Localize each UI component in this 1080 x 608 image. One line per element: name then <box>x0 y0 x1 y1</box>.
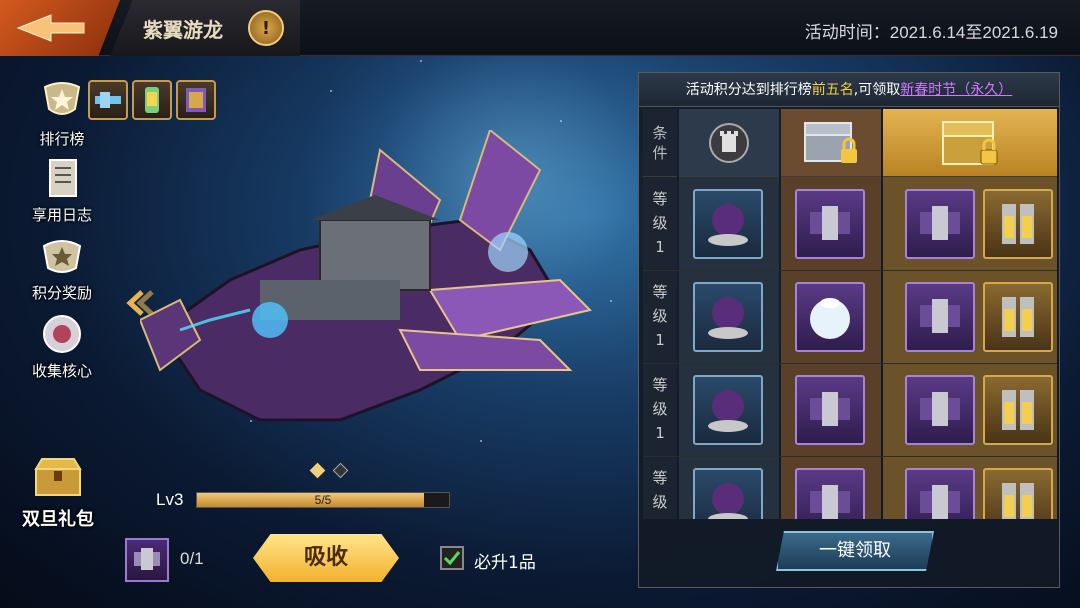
absorb-button[interactable]: 吸收 <box>253 534 399 582</box>
carousel-dot[interactable] <box>332 462 349 479</box>
tower-badge-icon <box>709 122 749 163</box>
guarantee-label: 必升1品 <box>474 553 536 573</box>
reward-preview-1[interactable] <box>88 80 128 120</box>
reward-snow-orb[interactable] <box>795 282 865 352</box>
row-condition: 等级1 <box>652 190 668 256</box>
material-count: 0/1 <box>180 549 204 568</box>
reward-mech-part[interactable] <box>905 468 975 519</box>
energy-cell-icon <box>1002 297 1034 337</box>
level-progress-text: 5/5 <box>314 493 332 507</box>
reward-table: 条 件 等 级 1 等 级 1 等 级 1 等 级 <box>643 109 1057 519</box>
top-bar: 紫翼游龙 ! 活动时间：2021.6.14至2021.6.19 <box>0 0 1080 56</box>
notice-text: ,可领取 <box>853 82 901 98</box>
purple-orb-icon <box>708 390 748 432</box>
reward-panel: 活动积分达到排行榜前五名,可领取新春时节（永久） 条 件 等 级 1 等 级 1… <box>638 72 1060 588</box>
sidebar-item-label: 享用日志 <box>31 206 92 224</box>
reward-preview-3[interactable] <box>176 80 216 120</box>
purple-orb-icon <box>708 204 748 246</box>
reward-mech-part[interactable] <box>905 189 975 259</box>
gift-chest-icon <box>34 458 82 496</box>
guarantee-checkbox[interactable] <box>440 546 464 570</box>
purple-orb-icon <box>708 297 748 339</box>
core-orb-icon <box>36 308 88 360</box>
level-label: Lv3 <box>156 490 184 509</box>
sidebar-item-log[interactable]: 享用日志 <box>18 152 106 225</box>
mech-part-icon <box>810 485 850 519</box>
mech-part-icon <box>134 548 160 570</box>
locked-gold-chest-icon <box>942 120 998 165</box>
event-time: 活动时间：2021.6.14至2021.6.19 <box>804 23 1058 42</box>
tier-header-base <box>679 109 779 177</box>
snowball-icon <box>810 298 850 339</box>
condition-header: 条 件 <box>643 109 677 177</box>
sidebar-item-label: 收集核心 <box>31 362 92 380</box>
reward-row: 等级1 <box>643 179 1057 271</box>
row-condition: 等级1 <box>652 376 668 442</box>
reward-mech-part[interactable] <box>905 282 975 352</box>
points-badge-icon <box>36 230 88 282</box>
reward-energy-cell[interactable] <box>983 468 1053 519</box>
energy-cell-icon <box>1002 204 1034 244</box>
exclamation-icon: ! <box>261 17 271 39</box>
reward-row: 等级1 <box>643 365 1057 457</box>
previous-arrow-icon[interactable] <box>124 288 154 318</box>
checkmark-icon <box>443 551 461 566</box>
supply-box-icon <box>186 88 206 112</box>
reward-core-orb[interactable] <box>693 189 763 259</box>
reward-core-orb[interactable] <box>693 468 763 519</box>
reward-preview-2[interactable] <box>132 80 172 120</box>
mech-part-icon <box>920 392 960 426</box>
level-progress-bar: 5/5 <box>196 492 450 508</box>
purple-orb-icon <box>708 483 748 519</box>
reward-mech-part[interactable] <box>795 375 865 445</box>
sidebar-item-label: 积分奖励 <box>31 284 92 302</box>
back-arrow-icon <box>16 14 85 42</box>
gift-pack-label: 双旦礼包 <box>22 509 94 530</box>
notice-rank: 前五名 <box>811 82 854 98</box>
tier-header-gold <box>883 109 1057 177</box>
reward-core-orb[interactable] <box>693 375 763 445</box>
sidebar-item-label: 排行榜 <box>39 130 85 148</box>
row-condition: 等级1 <box>652 283 668 349</box>
claim-all-button[interactable]: 一键领取 <box>776 531 934 571</box>
energy-cell-icon <box>145 87 159 113</box>
carousel-dot-active[interactable] <box>309 462 326 479</box>
energy-cell-icon <box>1002 483 1034 519</box>
gift-pack-button[interactable]: 双旦礼包 <box>18 455 98 531</box>
mech-part-icon <box>920 206 960 240</box>
notice-reward-link[interactable]: 新春时节（永久） <box>900 82 1012 98</box>
row-condition: 等级1 <box>652 469 668 519</box>
reward-energy-cell[interactable] <box>983 375 1053 445</box>
ship-part-icon <box>95 92 121 108</box>
info-button[interactable]: ! <box>248 10 284 46</box>
tier-header-silver <box>781 109 881 177</box>
mech-part-icon <box>810 206 850 240</box>
page-title: 紫翼游龙 <box>143 18 223 42</box>
reward-energy-cell[interactable] <box>983 189 1053 259</box>
reward-core-orb[interactable] <box>693 282 763 352</box>
reward-mech-part[interactable] <box>795 189 865 259</box>
energy-cell-icon <box>1002 390 1034 430</box>
locked-silver-chest-icon <box>804 121 857 163</box>
reward-notice: 活动积分达到排行榜前五名,可领取新春时节（永久） <box>639 73 1059 107</box>
airship-display <box>140 130 592 422</box>
reward-mech-part[interactable] <box>905 375 975 445</box>
material-slot[interactable] <box>125 538 169 582</box>
reward-row: 等级1 <box>643 458 1057 519</box>
mech-part-icon <box>920 299 960 333</box>
sidebar-item-points[interactable]: 积分奖励 <box>18 230 106 303</box>
reward-energy-cell[interactable] <box>983 282 1053 352</box>
back-button[interactable] <box>0 0 120 56</box>
sidebar-item-core[interactable]: 收集核心 <box>18 308 106 381</box>
notice-text: 活动积分达到排行榜 <box>685 82 812 98</box>
ranking-trophy-icon <box>36 76 88 128</box>
mech-part-icon <box>920 485 960 519</box>
mech-part-icon <box>810 392 850 426</box>
carousel-dots <box>309 462 349 479</box>
reward-mech-part[interactable] <box>795 468 865 519</box>
log-scroll-icon <box>36 152 88 204</box>
reward-row: 等级1 <box>643 272 1057 364</box>
